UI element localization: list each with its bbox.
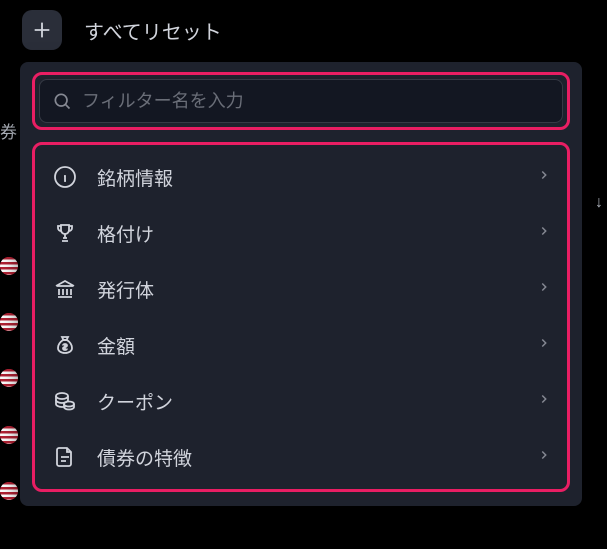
filter-panel: 銘柄情報 格付け 発行体 — [20, 62, 582, 506]
info-icon — [51, 165, 79, 189]
category-issuer[interactable]: 発行体 — [37, 261, 565, 317]
flag-icon — [0, 482, 18, 500]
bank-icon — [51, 277, 79, 301]
file-icon — [51, 445, 79, 469]
sort-down-icon: ↓ — [595, 194, 603, 212]
chevron-right-icon — [537, 168, 551, 187]
category-label: 銘柄情報 — [97, 164, 537, 191]
chevron-right-icon — [537, 448, 551, 467]
flag-icon — [0, 257, 18, 275]
flag-icon — [0, 369, 18, 387]
category-label: クーポン — [97, 388, 537, 415]
bg-text: 券 — [0, 118, 17, 143]
category-coupon[interactable]: クーポン — [37, 373, 565, 429]
category-label: 格付け — [97, 220, 537, 247]
category-list-highlight: 銘柄情報 格付け 発行体 — [32, 142, 570, 492]
flag-icon — [0, 426, 18, 444]
flag-icon — [0, 313, 18, 331]
reset-all-button[interactable]: すべてリセット — [84, 16, 222, 45]
chevron-right-icon — [537, 392, 551, 411]
category-label: 金額 — [97, 332, 537, 359]
category-label: 債券の特徴 — [97, 444, 537, 471]
plus-icon — [31, 19, 53, 41]
category-amount[interactable]: 金額 — [37, 317, 565, 373]
add-filter-button[interactable] — [22, 10, 62, 50]
category-symbol-info[interactable]: 銘柄情報 — [37, 149, 565, 205]
chevron-right-icon — [537, 224, 551, 243]
search-field[interactable] — [39, 79, 563, 123]
chevron-right-icon — [537, 336, 551, 355]
search-highlight — [32, 72, 570, 130]
category-label: 発行体 — [97, 276, 537, 303]
trophy-icon — [51, 221, 79, 245]
moneybag-icon — [51, 333, 79, 357]
coins-icon — [51, 389, 79, 413]
category-bond-feature[interactable]: 債券の特徴 — [37, 429, 565, 485]
search-icon — [52, 91, 72, 111]
category-rating[interactable]: 格付け — [37, 205, 565, 261]
chevron-right-icon — [537, 280, 551, 299]
search-input[interactable] — [82, 91, 550, 112]
